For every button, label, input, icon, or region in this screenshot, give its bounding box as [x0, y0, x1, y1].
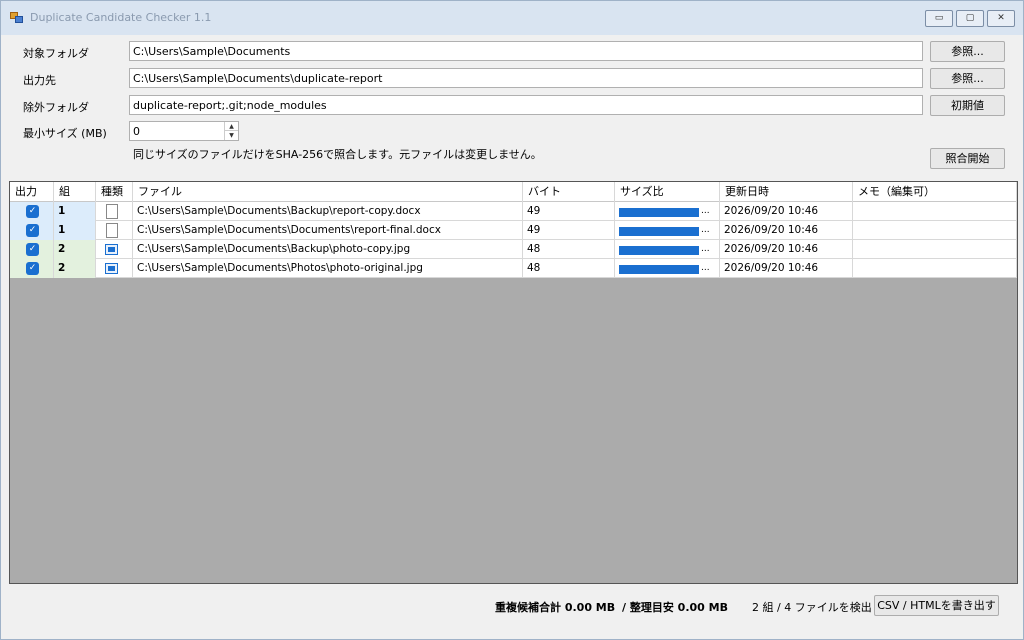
modified-cell: 2026/09/20 10:46: [720, 221, 853, 240]
modified-cell: 2026/09/20 10:46: [720, 202, 853, 221]
column-header-modified[interactable]: 更新日時: [720, 182, 853, 202]
size-ratio-ellipsis: ...: [701, 263, 710, 273]
size-ratio-ellipsis: ...: [701, 225, 710, 235]
bytes-cell: 49: [523, 202, 615, 221]
browse-output-button[interactable]: 参照...: [930, 68, 1005, 89]
table-row[interactable]: ✓ 2 C:\Users\Sample\Documents\Backup\photo…: [10, 240, 1017, 259]
stepper-up-icon[interactable]: ▲: [225, 122, 238, 131]
size-ratio-ellipsis: ...: [701, 206, 710, 216]
exclude-folder-label: 除外フォルダ: [23, 101, 89, 114]
column-header-size-ratio[interactable]: サイズ比: [615, 182, 720, 202]
group-cell: 1: [54, 202, 96, 221]
stepper-down-icon[interactable]: ▼: [225, 131, 238, 140]
size-ratio-cell: ...: [615, 259, 720, 278]
minimize-button[interactable]: ▭: [925, 10, 953, 27]
output-cell[interactable]: ✓: [10, 259, 54, 278]
image-icon: [105, 263, 118, 274]
image-icon: [105, 244, 118, 255]
type-cell: [96, 259, 133, 278]
size-ratio-ellipsis: ...: [701, 244, 710, 254]
browse-target-button[interactable]: 参照...: [930, 41, 1005, 62]
size-ratio-cell: ...: [615, 221, 720, 240]
type-cell: [96, 202, 133, 221]
bytes-cell: 49: [523, 221, 615, 240]
output-folder-label: 出力先: [23, 74, 56, 87]
description-text: 同じサイズのファイルだけをSHA-256で照合します。元ファイルは変更しません。: [133, 148, 542, 161]
size-ratio-cell: ...: [615, 202, 720, 221]
reset-exclude-button[interactable]: 初期値: [930, 95, 1005, 116]
table-row[interactable]: ✓ 2 C:\Users\Sample\Documents\Photos\photo…: [10, 259, 1017, 278]
memo-cell[interactable]: [853, 221, 1017, 240]
title-bar: Duplicate Candidate Checker 1.1 ▭ ▢ ✕: [1, 1, 1023, 35]
min-size-label: 最小サイズ (MB): [23, 127, 107, 140]
size-ratio-bar: [619, 208, 699, 217]
min-size-value: 0: [133, 125, 140, 138]
output-cell[interactable]: ✓: [10, 202, 54, 221]
size-ratio-bar: [619, 265, 699, 274]
file-cell: C:\Users\Sample\Documents\Backup\photo-c…: [133, 240, 523, 259]
close-button[interactable]: ✕: [987, 10, 1015, 27]
type-cell: [96, 240, 133, 259]
column-header-group[interactable]: 組: [54, 182, 96, 202]
output-checkbox[interactable]: ✓: [26, 243, 39, 256]
group-cell: 1: [54, 221, 96, 240]
min-size-stepper[interactable]: 0 ▲ ▼: [129, 121, 239, 141]
file-cell: C:\Users\Sample\Documents\Backup\report-…: [133, 202, 523, 221]
detected-count-text: 2 組 / 4 ファイルを検出: [752, 601, 872, 614]
column-header-bytes[interactable]: バイト: [523, 182, 615, 202]
table-row[interactable]: ✓ 1 C:\Users\Sample\Documents\Documents\re…: [10, 221, 1017, 240]
output-checkbox[interactable]: ✓: [26, 224, 39, 237]
exclude-folder-input[interactable]: duplicate-report;.git;node_modules: [129, 95, 923, 115]
memo-cell[interactable]: [853, 202, 1017, 221]
results-grid: 出力組種類 ファイル バイト サイズ比 更新日時 メモ（編集可） ✓ 1 C:\Users\S…: [9, 181, 1018, 584]
group-cell: 2: [54, 240, 96, 259]
column-header-type[interactable]: 種類: [96, 182, 133, 202]
column-header-output[interactable]: 出力: [10, 182, 54, 202]
file-cell: C:\Users\Sample\Documents\Documents\repo…: [133, 221, 523, 240]
size-ratio-bar: [619, 227, 699, 236]
output-folder-input[interactable]: C:\Users\Sample\Documents\duplicate-repo…: [129, 68, 923, 88]
grid-header: 出力組種類 ファイル バイト サイズ比 更新日時 メモ（編集可）: [10, 182, 1017, 202]
output-checkbox[interactable]: ✓: [26, 205, 39, 218]
export-csv-html-button[interactable]: CSV / HTMLを書き出す: [874, 595, 999, 616]
maximize-button[interactable]: ▢: [956, 10, 984, 27]
window-title: Duplicate Candidate Checker 1.1: [30, 11, 212, 24]
size-ratio-bar: [619, 246, 699, 255]
doc-icon: [106, 204, 118, 219]
cleanup-estimate-text: / 整理目安 0.00 MB: [622, 601, 728, 614]
doc-icon: [106, 223, 118, 238]
group-cell: 2: [54, 259, 96, 278]
bytes-cell: 48: [523, 259, 615, 278]
file-cell: C:\Users\Sample\Documents\Photos\photo-o…: [133, 259, 523, 278]
modified-cell: 2026/09/20 10:46: [720, 240, 853, 259]
target-folder-label: 対象フォルダ: [23, 47, 89, 60]
memo-cell[interactable]: [853, 259, 1017, 278]
app-window: Duplicate Candidate Checker 1.1 ▭ ▢ ✕ 対象…: [0, 0, 1024, 640]
start-compare-button[interactable]: 照合開始: [930, 148, 1005, 169]
type-cell: [96, 221, 133, 240]
output-checkbox[interactable]: ✓: [26, 262, 39, 275]
column-header-file[interactable]: ファイル: [133, 182, 523, 202]
target-folder-input[interactable]: C:\Users\Sample\Documents: [129, 41, 923, 61]
memo-cell[interactable]: [853, 240, 1017, 259]
bytes-cell: 48: [523, 240, 615, 259]
duplicate-total-text: 重複候補合計 0.00 MB: [495, 601, 616, 614]
table-row[interactable]: ✓ 1 C:\Users\Sample\Documents\Backup\repor…: [10, 202, 1017, 221]
output-cell[interactable]: ✓: [10, 240, 54, 259]
size-ratio-cell: ...: [615, 240, 720, 259]
column-header-memo[interactable]: メモ（編集可）: [853, 182, 1017, 202]
output-cell[interactable]: ✓: [10, 221, 54, 240]
modified-cell: 2026/09/20 10:46: [720, 259, 853, 278]
app-icon: [10, 12, 24, 24]
